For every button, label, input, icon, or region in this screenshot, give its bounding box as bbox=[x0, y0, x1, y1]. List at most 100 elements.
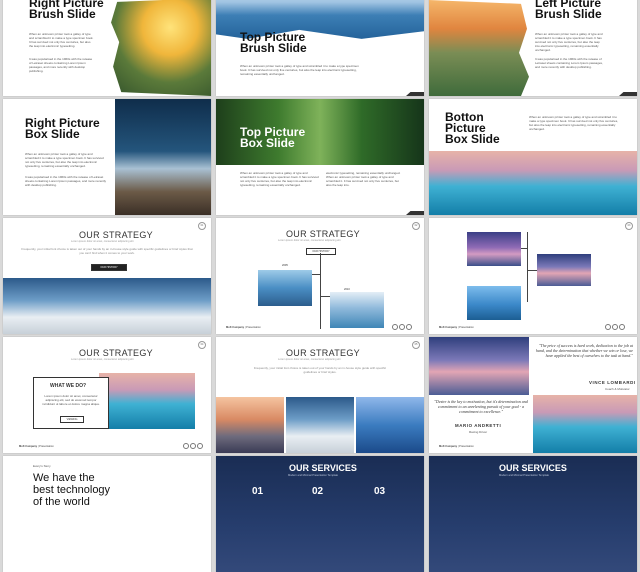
company-name: Moft Company bbox=[19, 445, 38, 448]
sunset-beach-image bbox=[216, 397, 284, 453]
quote-role-2: Racing Driver bbox=[469, 430, 488, 434]
company-footer: Moft Company | Presentation bbox=[19, 445, 54, 448]
slide-paragraph-1: When an unknown printer took a galley of… bbox=[535, 32, 603, 52]
slide-title: OUR STRATEGY bbox=[286, 348, 360, 358]
slide-subtitle: Modern and Minimal Presentation Template bbox=[288, 474, 338, 477]
pier-image bbox=[99, 373, 195, 429]
slide-subtitle: Lorem ipsum dolor sit amet, consectetur … bbox=[278, 358, 341, 361]
slide-subtitle: Lorem ipsum dolor sit amet, consectetur … bbox=[71, 358, 134, 361]
quote-1: "The price of success is hard work, dedi… bbox=[535, 343, 633, 358]
company-footer: Moft Company | Presentation bbox=[439, 445, 474, 448]
company-name: Moft Company bbox=[439, 326, 458, 329]
circle-icon[interactable] bbox=[619, 324, 625, 330]
slide-services[interactable]: OUR SERVICES Modern and Minimal Presenta… bbox=[429, 456, 637, 572]
circle-icon[interactable] bbox=[605, 324, 611, 330]
corner-accent bbox=[406, 92, 424, 96]
winter-landscape-image bbox=[3, 278, 211, 334]
purple-sky-image bbox=[467, 232, 521, 266]
quote-role-1: Coach & Motivator bbox=[605, 387, 630, 391]
slide-left-picture-brush[interactable]: Left Picture Brush Slide When an unknown… bbox=[429, 0, 637, 96]
slide-quotes[interactable]: "The price of success is hard work, dedi… bbox=[429, 337, 637, 453]
connector-branch-2 bbox=[527, 270, 537, 271]
slide-title: OUR SERVICES bbox=[289, 463, 357, 473]
circle-icon[interactable] bbox=[406, 324, 412, 330]
page-number: 03 bbox=[625, 222, 633, 230]
circle-icon[interactable] bbox=[190, 443, 196, 449]
slide-title: OUR STRATEGY bbox=[79, 230, 153, 240]
snow-trail-image bbox=[286, 397, 354, 453]
social-icons bbox=[605, 324, 625, 330]
tropical-pier-image bbox=[429, 151, 637, 215]
slide-title: Top Picture Box Slide bbox=[240, 125, 306, 150]
slide-paragraph: When an unknown printer took a galley of… bbox=[529, 115, 619, 131]
service-number-1: 01 bbox=[252, 486, 264, 497]
timeline-branch-2 bbox=[320, 296, 330, 297]
our-history-tag[interactable]: OUR HISTORY bbox=[306, 248, 336, 255]
circle-icon[interactable] bbox=[612, 324, 618, 330]
company-name: Moft Company bbox=[439, 445, 458, 448]
viewing-button[interactable]: VIEWING bbox=[60, 416, 84, 423]
slide-strategy-history[interactable]: 01 OUR STRATEGY Lorem ipsum dolor sit am… bbox=[3, 218, 211, 334]
slide-bottom-picture-box[interactable]: Botton Picture Box Slide When an unknown… bbox=[429, 99, 637, 215]
slide-technology[interactable]: Every's Story We have the best technolog… bbox=[3, 456, 211, 572]
quote-author-2: MARIO ANDRETTI bbox=[455, 423, 502, 428]
slide-title: Left Picture Brush Slide bbox=[535, 0, 602, 21]
slide-subtitle: Lorem ipsum dolor sit amet, consectetur … bbox=[278, 239, 341, 242]
slide-strategy-what-we-do[interactable]: 04 OUR STRATEGY Lorem ipsum dolor sit am… bbox=[3, 337, 211, 453]
slide-strategy-gallery[interactable]: 05 OUR STRATEGY Lorem ipsum dolor sit am… bbox=[216, 337, 424, 453]
sunflower-image bbox=[111, 0, 211, 96]
slide-label: Every's Story bbox=[33, 464, 51, 468]
connector-branch-1 bbox=[521, 248, 527, 249]
slide-paragraph-1: When an unknown printer took a galley of… bbox=[25, 152, 104, 168]
slide-strategy-timeline[interactable]: 02 OUR STRATEGY Lorem ipsum dolor sit am… bbox=[216, 218, 424, 334]
slide-title: OUR STRATEGY bbox=[79, 348, 153, 358]
slide-title: Top Picture Brush Slide bbox=[240, 30, 307, 55]
slide-title: OUR STRATEGY bbox=[286, 229, 360, 239]
circle-icon[interactable] bbox=[399, 324, 405, 330]
slide-strategy-images[interactable]: 03 Moft Company | Presentation bbox=[429, 218, 637, 334]
blue-sea-image bbox=[467, 286, 521, 320]
slide-title: OUR SERVICES bbox=[499, 463, 567, 473]
company-suffix: | Presentation bbox=[37, 445, 54, 448]
circle-icon[interactable] bbox=[183, 443, 189, 449]
service-number-3: 03 bbox=[374, 486, 386, 497]
page-number: 02 bbox=[412, 222, 420, 230]
slide-paragraph-2: It was popularised in the 1960s with the… bbox=[535, 57, 603, 69]
corner-accent bbox=[406, 211, 424, 215]
company-suffix: | Presentation bbox=[457, 445, 474, 448]
slide-headline: We have the best technology of the world bbox=[33, 472, 111, 508]
quote-2: "Desire is the key to motivation, but it… bbox=[434, 399, 528, 414]
our-history-button[interactable]: OUR HISTORY bbox=[91, 264, 127, 271]
slide-right-picture-brush[interactable]: Right Picture Brush Slide When an unknow… bbox=[3, 0, 211, 96]
slide-paragraph-1: When an unknown printer took a galley of… bbox=[29, 32, 94, 48]
slide-subtitle: Lorem ipsum dolor sit amet, consectetur … bbox=[71, 240, 134, 243]
slide-paragraph-2: It was popularised in the 1960s with the… bbox=[29, 57, 93, 73]
sunset-lake-image bbox=[429, 0, 529, 96]
lagoon-image bbox=[356, 397, 424, 453]
slide-paragraph-2: electronic typesetting, remaining essent… bbox=[326, 171, 401, 187]
circle-icon[interactable] bbox=[392, 324, 398, 330]
dusk-sea-image bbox=[537, 254, 591, 286]
slide-top-picture-brush[interactable]: Top Picture Brush Slide When an unknown … bbox=[216, 0, 424, 96]
quote-author-1: VINCE LOMBARDI bbox=[589, 380, 636, 385]
company-name: Moft Company bbox=[226, 326, 245, 329]
tropical-pier-image bbox=[533, 395, 637, 453]
page-number: 05 bbox=[412, 341, 420, 349]
company-suffix: | Presentation bbox=[244, 326, 261, 329]
slide-services-numbered[interactable]: OUR SERVICES Modern and Minimal Presenta… bbox=[216, 456, 424, 572]
boat-at-dusk-image bbox=[429, 337, 529, 395]
slide-top-picture-box[interactable]: Top Picture Box Slide When an unknown pr… bbox=[216, 99, 424, 215]
slide-title: Right Picture Brush Slide bbox=[29, 0, 104, 21]
slide-paragraph: Frequently, your initial font choice is … bbox=[253, 366, 387, 374]
connector-line bbox=[527, 232, 528, 302]
slide-paragraph: Frequently, your initial font choice is … bbox=[21, 247, 193, 255]
circle-icon[interactable] bbox=[197, 443, 203, 449]
company-footer: Moft Company | Presentation bbox=[439, 326, 474, 329]
timeline-line bbox=[320, 253, 321, 329]
timeline-label-2: 2010 bbox=[344, 288, 350, 291]
slide-title: Right Picture Box Slide bbox=[25, 116, 100, 141]
city-image bbox=[258, 270, 312, 306]
slide-right-picture-box[interactable]: Right Picture Box Slide When an unknown … bbox=[3, 99, 211, 215]
timeline-branch-1 bbox=[312, 274, 320, 275]
social-icons bbox=[183, 443, 203, 449]
